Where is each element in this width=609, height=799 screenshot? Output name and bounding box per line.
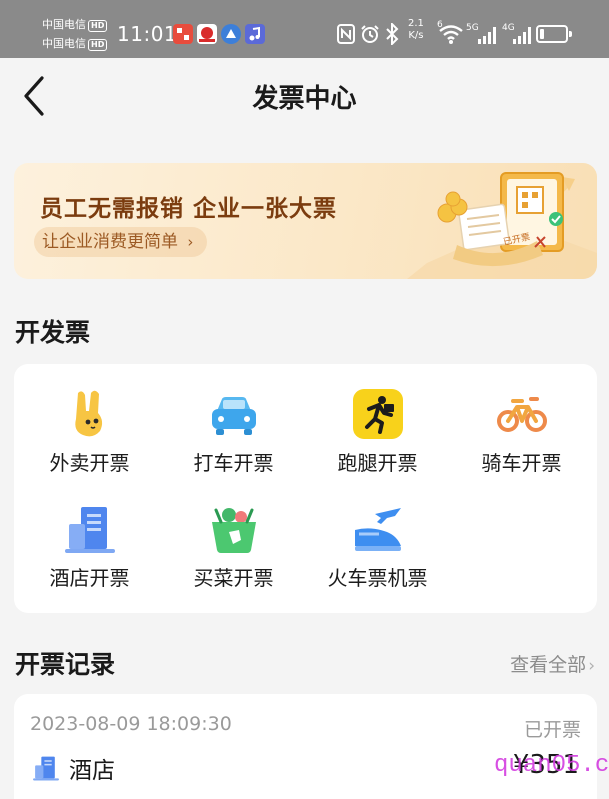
app-icon-music	[245, 24, 265, 44]
grid-item-label: 打车开票	[193, 451, 274, 475]
hd-badge: HD	[88, 39, 108, 51]
chevron-right-icon: ›	[187, 233, 194, 251]
grid-item-taxi[interactable]: 打车开票	[161, 387, 306, 497]
status-time: 11:01	[117, 22, 178, 46]
record-status: 已开票	[523, 719, 581, 741]
kangaroo-icon	[75, 390, 103, 437]
carrier-2-label: 中国电信	[42, 37, 86, 50]
invoice-illustration-icon: 已开票	[407, 172, 597, 279]
alarm-icon	[361, 25, 379, 43]
grid-item-bike[interactable]: 骑车开票	[449, 387, 594, 497]
banner-subtitle: 让企业消费更简单	[42, 232, 178, 252]
grid-item-label: 外卖开票	[49, 451, 130, 475]
issue-section-title: 开发票	[15, 318, 91, 347]
hd-badge: HD	[88, 20, 108, 32]
grid-item-grocery[interactable]: 买菜开票	[161, 502, 306, 612]
view-all-label: 查看全部	[510, 654, 587, 676]
nfc-icon	[337, 24, 355, 44]
app-icon-red	[173, 24, 193, 44]
records-section-title: 开票记录	[15, 650, 116, 679]
app-icon-blue	[221, 24, 241, 44]
carrier-1-label: 中国电信	[42, 18, 86, 31]
network-speed: 2.1 K/s	[408, 18, 424, 42]
battery-icon	[536, 25, 572, 43]
enterprise-invoice-banner[interactable]: 员工无需报销 企业一张大票 让企业消费更简单 › 已开票	[14, 163, 597, 279]
bluetooth-icon	[386, 23, 399, 45]
carrier-1: 中国电信 HD	[42, 18, 108, 32]
hotel-icon	[33, 756, 59, 781]
app-icon-acgn	[197, 24, 217, 44]
invoice-record-card[interactable]: 2023-08-09 18:09:30 已开票 酒店 ¥351	[14, 694, 597, 799]
grid-item-hotel[interactable]: 酒店开票	[17, 502, 162, 612]
hotel-icon	[65, 507, 115, 553]
network-speed-value: 2.1	[408, 18, 424, 29]
record-time: 2023-08-09 18:09:30	[30, 713, 232, 735]
grid-item-label: 买菜开票	[193, 566, 274, 590]
battery-level	[540, 29, 544, 39]
grid-item-label: 跑腿开票	[337, 451, 418, 475]
grid-item-label: 火车票机票	[327, 566, 428, 590]
wifi-badge: 6	[437, 20, 443, 30]
grid-item-takeout[interactable]: 外卖开票	[17, 387, 162, 497]
banner-subtitle-link[interactable]: 让企业消费更简单 ›	[34, 227, 208, 257]
issue-invoice-grid: 外卖开票 打车开票 跑腿开票 骑车开票 酒店开票 买菜开票 火车票机票	[14, 364, 597, 613]
grid-item-errand[interactable]: 跑腿开票	[305, 387, 450, 497]
carrier-2: 中国电信 HD	[42, 37, 108, 51]
record-type: 酒店	[69, 758, 115, 784]
bicycle-icon	[497, 397, 547, 432]
status-bar: 中国电信 HD 中国电信 HD 11:01 2.1 K/s 6 5G 4G	[0, 0, 609, 58]
page-title: 发票中心	[252, 84, 357, 114]
watermark: quan05.com	[494, 752, 609, 779]
grid-item-label: 酒店开票	[49, 566, 130, 590]
runner-icon	[353, 389, 403, 439]
train-plane-icon	[355, 508, 401, 551]
view-all-link[interactable]: 查看全部 ›	[510, 650, 595, 677]
grid-item-label: 骑车开票	[481, 451, 562, 475]
banner-title: 员工无需报销 企业一张大票	[40, 196, 338, 222]
grocery-basket-icon	[212, 508, 256, 553]
car-icon	[212, 397, 256, 435]
network-speed-unit: K/s	[408, 30, 424, 41]
grid-item-train-plane[interactable]: 火车票机票	[305, 502, 450, 612]
signal-strength-icon	[513, 27, 531, 44]
chevron-right-icon: ›	[588, 656, 595, 676]
signal-strength-icon	[478, 27, 496, 44]
